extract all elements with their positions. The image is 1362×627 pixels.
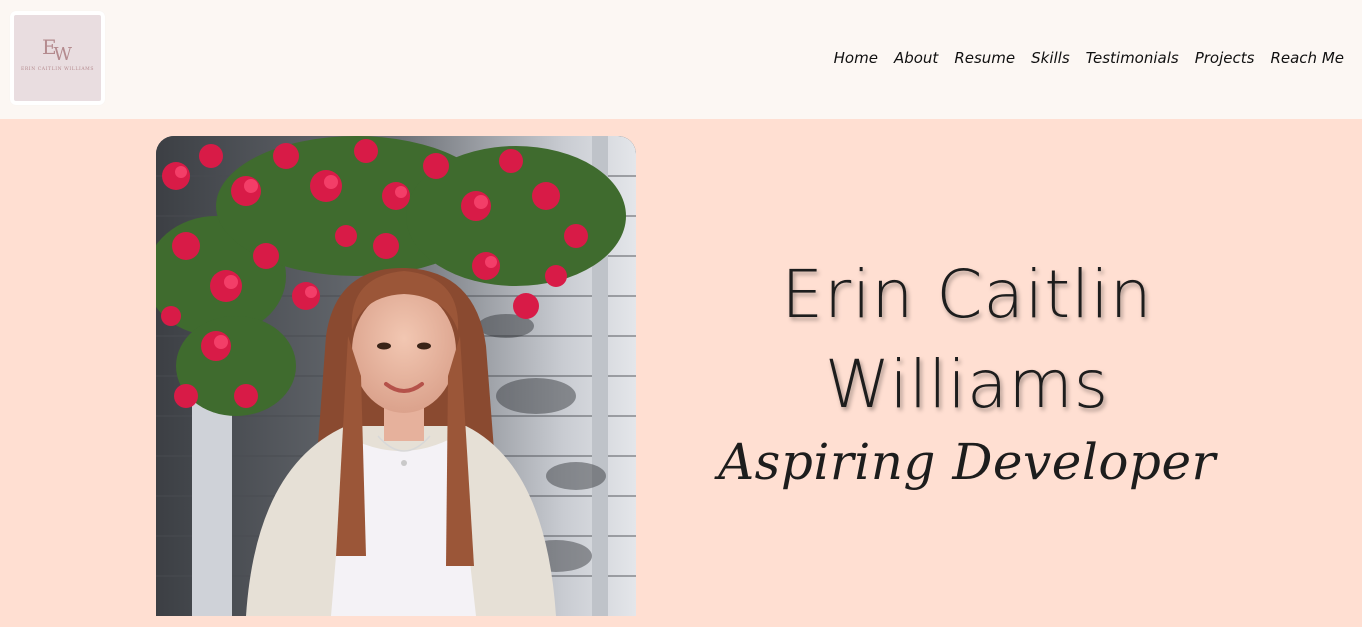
site-header: EW ERIN CAITLIN WILLIAMS Home About Resu… — [0, 0, 1362, 119]
hero-role: Aspiring Developer — [718, 433, 1216, 491]
logo-name: ERIN CAITLIN WILLIAMS — [20, 67, 95, 72]
nav-about[interactable]: About — [894, 47, 938, 69]
hero-name: Erin Caitlin Williams — [700, 250, 1234, 430]
nav-home[interactable]: Home — [834, 47, 878, 69]
nav-skills[interactable]: Skills — [1031, 47, 1070, 69]
logo-monogram-w: W — [53, 44, 72, 65]
nav-resume[interactable]: Resume — [954, 47, 1015, 69]
nav-reach-me[interactable]: Reach Me — [1270, 47, 1344, 69]
hero-name-line1: Erin Caitlin — [781, 256, 1153, 333]
profile-photo — [156, 136, 636, 616]
hero-name-line2: Williams — [824, 346, 1110, 423]
logo-badge: EW ERIN CAITLIN WILLIAMS — [14, 15, 101, 101]
nav-testimonials[interactable]: Testimonials — [1086, 47, 1179, 69]
site-logo[interactable]: EW ERIN CAITLIN WILLIAMS — [10, 11, 105, 105]
profile-photo-illustration — [156, 136, 636, 616]
nav-projects[interactable]: Projects — [1195, 47, 1255, 69]
logo-monogram: EW — [14, 37, 101, 65]
hero-text: Erin Caitlin Williams Aspiring Developer — [700, 250, 1234, 494]
main-nav: Home About Resume Skills Testimonials Pr… — [834, 47, 1344, 69]
